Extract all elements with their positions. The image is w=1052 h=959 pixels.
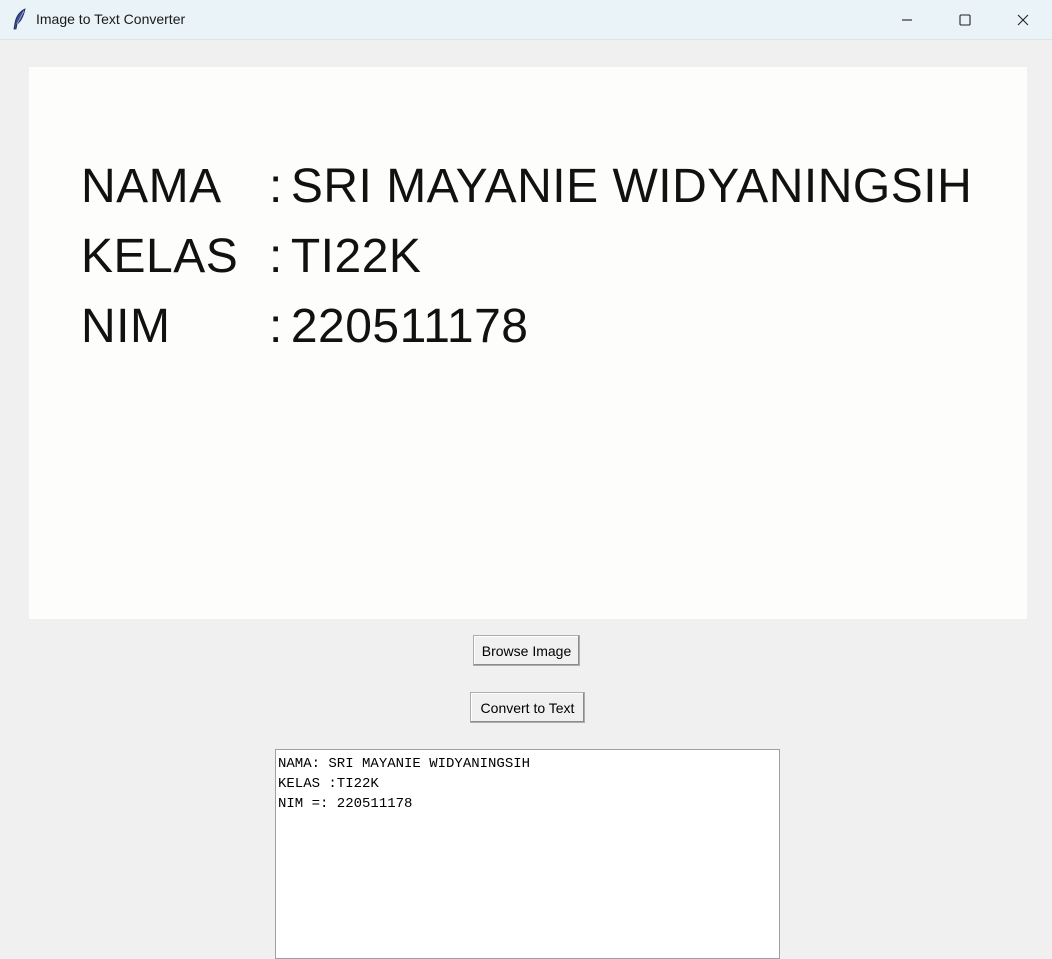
title-bar[interactable]: Image to Text Converter (0, 0, 1052, 40)
browse-image-button[interactable]: Browse Image (473, 635, 580, 666)
image-row-separator: : (269, 300, 283, 353)
image-row-separator: : (269, 230, 283, 283)
image-row-nama: NAMA: SRI MAYANIE WIDYANINGSIH (81, 159, 972, 214)
feather-icon (12, 8, 28, 30)
minimize-icon (901, 14, 913, 26)
image-row-value: 220511178 (290, 300, 529, 353)
output-line: NIM =: 220511178 (278, 796, 413, 812)
image-row-nim: NIM:220511178 (81, 299, 528, 354)
image-row-label: NIM (81, 300, 171, 353)
image-row-kelas: KELAS: TI22K (81, 229, 421, 284)
output-line: NAMA: SRI MAYANIE WIDYANINGSIH (278, 756, 531, 772)
image-row-value: SRI MAYANIE WIDYANINGSIH (290, 160, 973, 213)
image-row-separator: : (269, 160, 283, 213)
window-title: Image to Text Converter (36, 11, 186, 27)
convert-to-text-button[interactable]: Convert to Text (470, 692, 585, 723)
output-textbox[interactable]: NAMA: SRI MAYANIE WIDYANINGSIH KELAS :TI… (275, 749, 780, 959)
maximize-button[interactable] (936, 0, 994, 39)
close-button[interactable] (994, 0, 1052, 39)
minimize-button[interactable] (878, 0, 936, 39)
maximize-icon (959, 13, 971, 26)
close-icon (1017, 14, 1029, 26)
image-row-label: KELAS (81, 230, 239, 283)
image-row-value: TI22K (290, 230, 422, 283)
output-line: KELAS :TI22K (278, 776, 379, 792)
image-preview: NAMA: SRI MAYANIE WIDYANINGSIH KELAS: TI22… (29, 67, 1027, 619)
image-row-label: NAMA (81, 160, 222, 213)
